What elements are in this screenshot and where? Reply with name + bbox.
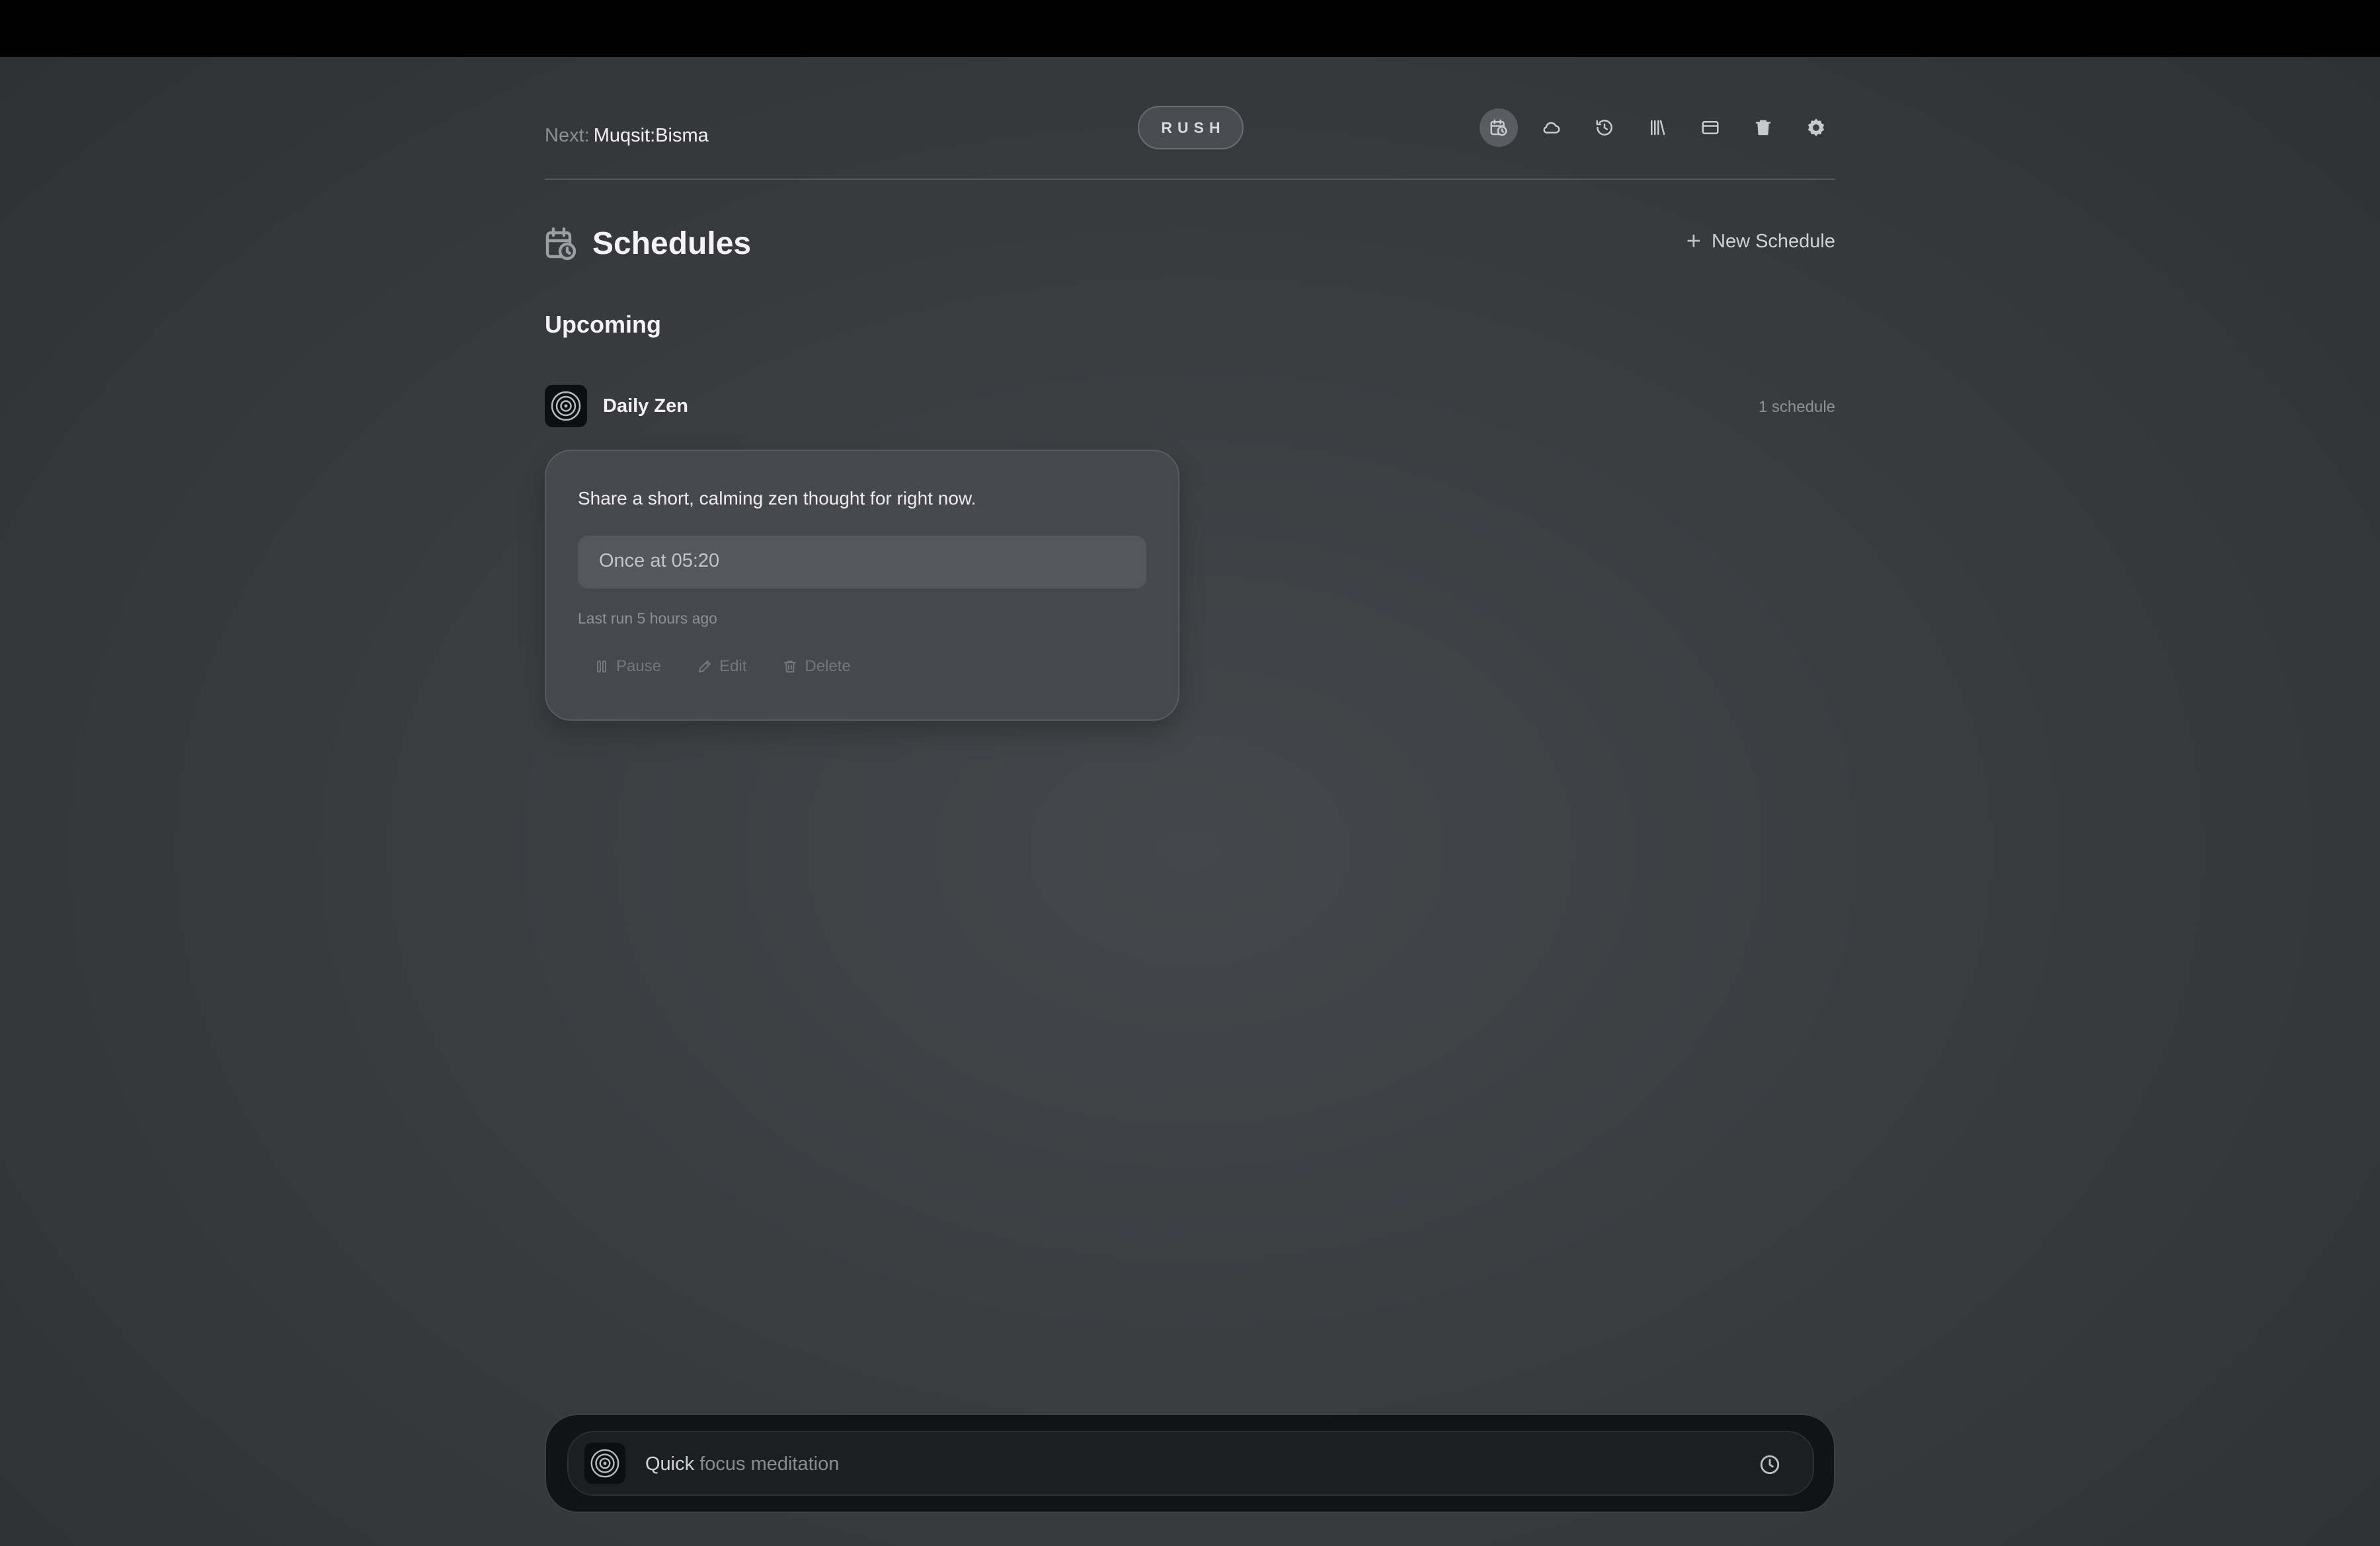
delete-button[interactable]: Delete [782, 657, 851, 676]
library-icon [1651, 120, 1665, 136]
rush-button[interactable]: RUSH [1138, 106, 1244, 149]
schedule-actions: Pause Edit Delete [594, 657, 851, 676]
pencil-icon [699, 661, 711, 672]
card-nav-button[interactable] [1691, 108, 1729, 147]
spiral-logo-icon [590, 1449, 619, 1478]
daily-zen-avatar [545, 385, 587, 427]
composer-avatar[interactable] [584, 1443, 625, 1484]
settings-icon [1808, 118, 1824, 136]
pause-button[interactable]: Pause [594, 657, 661, 676]
schedule-count: 1 schedule [1758, 398, 1835, 416]
composer-bar: Quick focus meditation [545, 1414, 1835, 1513]
next-value: Muqsit:Bisma [593, 125, 709, 146]
trash-nav-button[interactable] [1744, 108, 1782, 147]
schedule-icon [1490, 119, 1507, 136]
schedule-time-pill: Once at 05:20 [578, 536, 1146, 589]
pause-icon [597, 661, 606, 672]
next-up-indicator: Next: Muqsit:Bisma [545, 114, 709, 157]
composer-suggestion-text: focus meditation [694, 1453, 840, 1475]
trash-icon [784, 661, 797, 672]
edit-button[interactable]: Edit [697, 657, 746, 676]
last-run-text: Last run 5 hours ago [578, 610, 717, 627]
history-icon [1596, 120, 1612, 136]
composer-text[interactable]: Quick focus meditation [645, 1453, 839, 1475]
card-icon [1702, 121, 1719, 134]
schedule-time-text: Once at 05:20 [599, 550, 720, 571]
clock-icon [1760, 1455, 1780, 1475]
new-schedule-button[interactable]: + New Schedule [1686, 229, 1835, 254]
schedule-prompt: Share a short, calming zen thought for r… [578, 488, 976, 509]
delete-label: Delete [805, 657, 851, 675]
schedule-clock-button[interactable] [1759, 1453, 1781, 1476]
cloud-icon [1543, 122, 1560, 134]
pause-label: Pause [616, 657, 662, 675]
header-toolbar [1480, 108, 1835, 147]
next-label: Next: [545, 125, 590, 146]
schedule-title-icon [545, 226, 576, 262]
page-title-row: Schedules + New Schedule [545, 220, 1835, 268]
trash-icon [1755, 120, 1771, 136]
library-nav-button[interactable] [1638, 108, 1677, 147]
app-header: Next: Muqsit:Bisma RUSH [545, 106, 1835, 180]
history-nav-button[interactable] [1585, 108, 1624, 147]
group-name: Daily Zen [603, 395, 688, 417]
schedule-group-header: Daily Zen 1 schedule [545, 385, 1835, 428]
composer-typed-text: Quick [645, 1453, 695, 1475]
section-heading-upcoming: Upcoming [545, 311, 661, 338]
cloud-nav-button[interactable] [1532, 108, 1571, 147]
settings-nav-button[interactable] [1797, 108, 1835, 147]
window-top-bar [0, 0, 2380, 57]
new-schedule-label: New Schedule [1712, 230, 1835, 252]
edit-label: Edit [719, 657, 747, 675]
schedule-card[interactable]: Share a short, calming zen thought for r… [545, 450, 1179, 721]
composer-input-field[interactable]: Quick focus meditation [567, 1431, 1814, 1496]
page-title: Schedules [592, 226, 752, 261]
spiral-logo-icon [551, 391, 581, 421]
schedules-nav-button[interactable] [1480, 108, 1518, 147]
plus-icon: + [1686, 227, 1701, 255]
